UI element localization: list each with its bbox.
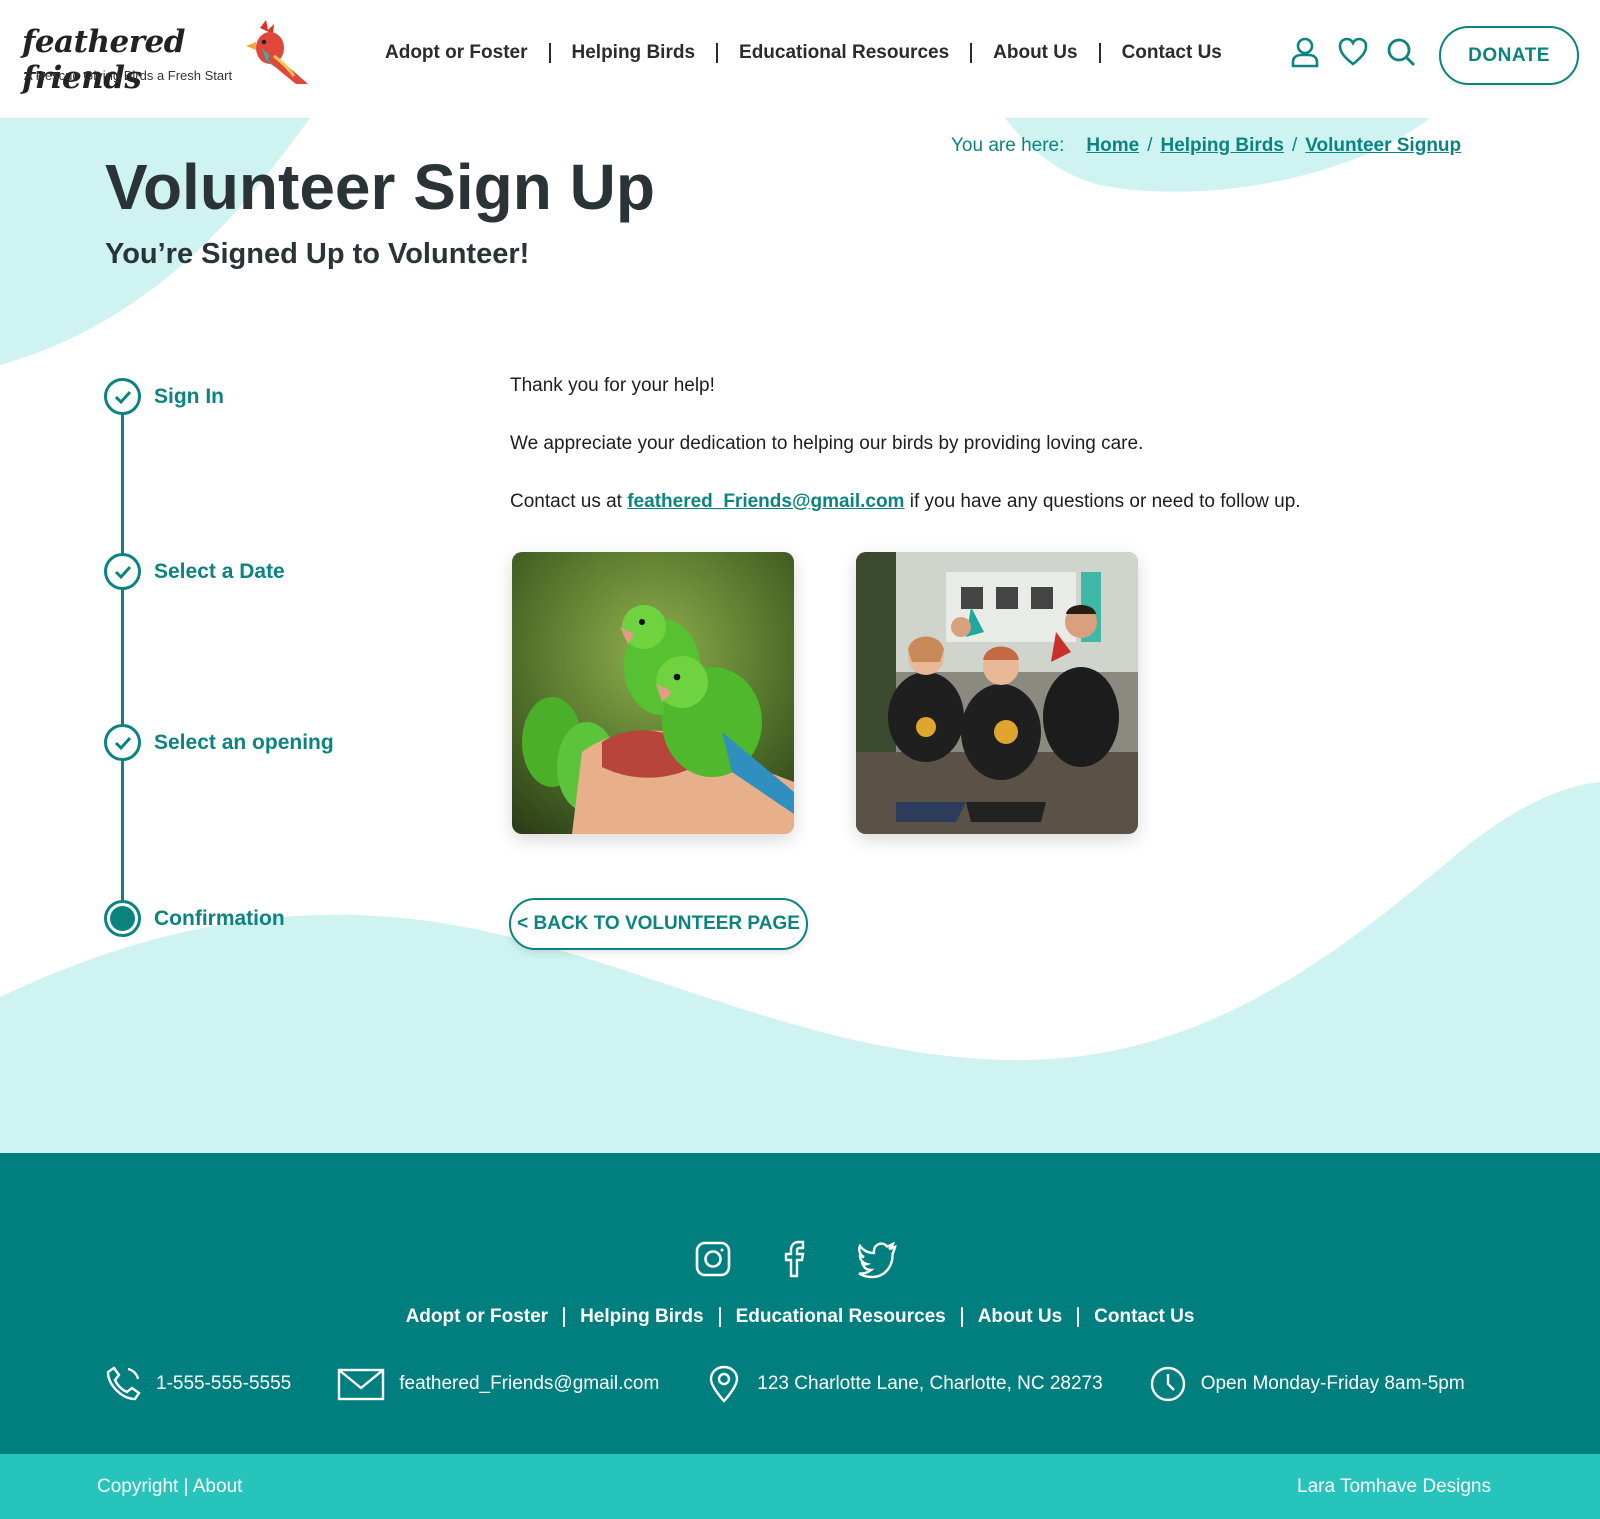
- main-nav: Adopt or Foster Helping Birds Educationa…: [385, 42, 1222, 64]
- footer-nav: Adopt or Foster Helping Birds Educationa…: [0, 1306, 1600, 1328]
- facebook-icon[interactable]: [775, 1238, 815, 1280]
- footer-hours-text: Open Monday-Friday 8am-5pm: [1200, 1373, 1465, 1394]
- progress-stepper: Sign In Select a Date Select an opening …: [104, 378, 424, 938]
- mail-icon: [338, 1368, 385, 1401]
- volunteers-photo: [856, 552, 1138, 834]
- contact-prefix: Contact us at: [510, 490, 622, 512]
- social-links: [693, 1238, 897, 1280]
- footer-email[interactable]: feathered_Friends@gmail.com: [337, 1365, 659, 1403]
- nav-educational-resources[interactable]: Educational Resources: [739, 42, 949, 64]
- contact-text: Contact us at feathered_Friends@gmail.co…: [510, 491, 1510, 514]
- footer-address[interactable]: 123 Charlotte Lane, Charlotte, NC 28273: [705, 1365, 1103, 1403]
- nav-helping-birds[interactable]: Helping Birds: [572, 42, 696, 64]
- step-label: Sign In: [154, 384, 224, 408]
- check-icon: [114, 736, 131, 750]
- stepper-line: [121, 398, 124, 908]
- twitter-icon[interactable]: [857, 1238, 897, 1280]
- nav-adopt-foster[interactable]: Adopt or Foster: [385, 42, 528, 64]
- copyright-bar: Copyright | About Lara Tomhave Designs: [0, 1454, 1600, 1519]
- footer-nav-helping-birds[interactable]: Helping Birds: [580, 1306, 704, 1328]
- thanks-text: Thank you for your help!: [510, 375, 715, 396]
- nav-divider: [970, 43, 973, 63]
- check-icon: [114, 565, 131, 579]
- step-complete-indicator: [104, 378, 141, 415]
- confirmation-content: Thank you for your help! We appreciate y…: [510, 375, 1510, 548]
- site-header: feathered friends A Rescue Giving Birds …: [0, 0, 1600, 118]
- step-complete-indicator: [104, 553, 141, 590]
- step-current-indicator: [104, 900, 141, 937]
- breadcrumb-home[interactable]: Home: [1086, 135, 1139, 157]
- phone-icon: [106, 1366, 141, 1401]
- contact-email-link[interactable]: feathered_Friends@gmail.com: [627, 491, 904, 512]
- footer-nav-divider: [960, 1307, 963, 1327]
- step-label: Select an opening: [154, 730, 334, 754]
- copyright-text[interactable]: Copyright | About: [97, 1476, 242, 1498]
- nav-divider: [1098, 43, 1101, 63]
- footer-nav-divider: [718, 1307, 721, 1327]
- footer-nav-educational-resources[interactable]: Educational Resources: [736, 1306, 946, 1328]
- location-pin-icon: [710, 1365, 739, 1403]
- brand-logo[interactable]: feathered friends A Rescue Giving Birds …: [20, 18, 310, 96]
- nav-contact-us[interactable]: Contact Us: [1122, 42, 1222, 64]
- brand-tagline: A Rescue Giving Birds a Fresh Start: [24, 68, 233, 83]
- footer-email-text: feathered_Friends@gmail.com: [399, 1373, 660, 1394]
- user-icon[interactable]: [1290, 36, 1320, 68]
- footer-phone[interactable]: 1-555-555-5555: [104, 1365, 291, 1403]
- photo-gallery: [512, 552, 1138, 834]
- heart-icon[interactable]: [1338, 36, 1368, 68]
- contact-suffix: if you have any questions or need to fol…: [909, 490, 1301, 512]
- step-complete-indicator: [104, 724, 141, 761]
- step-confirmation[interactable]: Confirmation: [104, 900, 285, 937]
- step-select-opening[interactable]: Select an opening: [104, 724, 334, 761]
- step-label: Select a Date: [154, 559, 285, 583]
- back-to-volunteer-button[interactable]: < BACK TO VOLUNTEER PAGE: [509, 898, 808, 950]
- donate-button[interactable]: DONATE: [1439, 26, 1579, 85]
- appreciation-text: We appreciate your dedication to helping…: [510, 432, 1144, 454]
- footer-contact-info: 1-555-555-5555 feathered_Friends@gmail.c…: [104, 1365, 1511, 1403]
- step-select-date[interactable]: Select a Date: [104, 553, 285, 590]
- breadcrumb-label: You are here:: [951, 135, 1065, 156]
- footer-hours: Open Monday-Friday 8am-5pm: [1149, 1365, 1465, 1403]
- instagram-icon[interactable]: [693, 1238, 733, 1280]
- footer-phone-text: 1-555-555-5555: [156, 1373, 292, 1394]
- breadcrumb-separator: /: [1291, 135, 1298, 156]
- footer-nav-adopt-foster[interactable]: Adopt or Foster: [406, 1306, 549, 1328]
- footer-nav-contact-us[interactable]: Contact Us: [1094, 1306, 1194, 1328]
- footer-nav-divider: [1077, 1307, 1080, 1327]
- page-title: Volunteer Sign Up: [105, 151, 655, 223]
- nav-divider: [548, 43, 551, 63]
- check-icon: [114, 390, 131, 404]
- page-subtitle: You’re Signed Up to Volunteer!: [105, 238, 530, 270]
- breadcrumb-helping-birds[interactable]: Helping Birds: [1160, 135, 1284, 157]
- current-dot: [110, 906, 135, 931]
- header-icons: [1290, 36, 1416, 68]
- footer-nav-about-us[interactable]: About Us: [978, 1306, 1062, 1328]
- footer-address-text: 123 Charlotte Lane, Charlotte, NC 28273: [757, 1373, 1103, 1394]
- breadcrumb-volunteer-signup[interactable]: Volunteer Signup: [1305, 135, 1461, 157]
- breadcrumb: You are here: Home / Helping Birds / Vol…: [951, 135, 1461, 157]
- parrots-photo: [512, 552, 794, 834]
- cardinal-bird-icon: [246, 20, 308, 84]
- search-icon[interactable]: [1386, 36, 1416, 68]
- step-sign-in[interactable]: Sign In: [104, 378, 224, 415]
- footer-nav-divider: [563, 1307, 566, 1327]
- breadcrumb-separator: /: [1147, 135, 1153, 156]
- step-label: Confirmation: [154, 906, 285, 930]
- nav-about-us[interactable]: About Us: [993, 42, 1077, 64]
- clock-icon: [1150, 1366, 1185, 1402]
- designer-credit: Lara Tomhave Designs: [1297, 1476, 1491, 1497]
- nav-divider: [716, 43, 719, 63]
- site-footer: Adopt or Foster Helping Birds Educationa…: [0, 1153, 1600, 1454]
